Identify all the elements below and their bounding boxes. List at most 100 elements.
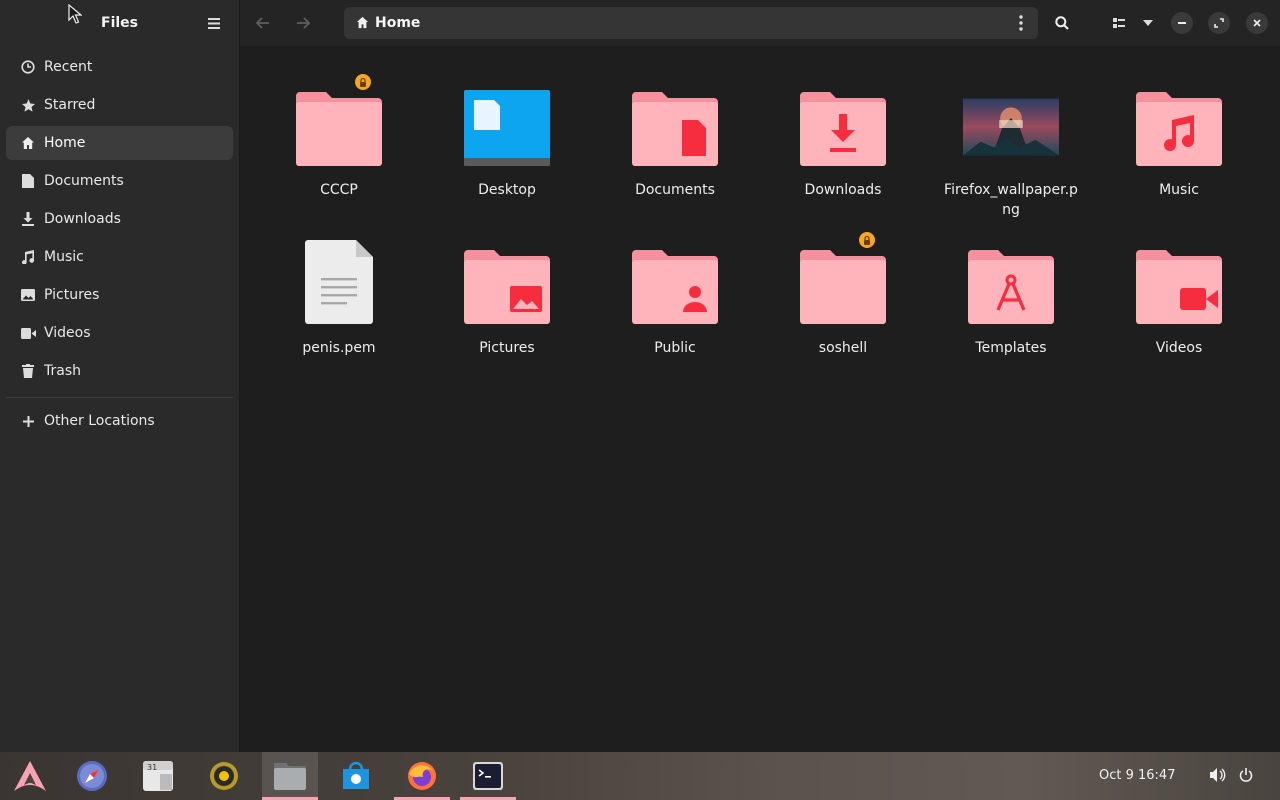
file-item[interactable]: soshell: [759, 232, 927, 390]
vertical-dots-menu-icon[interactable]: [1012, 14, 1030, 32]
picture-icon: [20, 287, 36, 303]
mouse-pointer-icon: [68, 3, 83, 28]
file-item[interactable]: Public: [591, 232, 759, 390]
sidebar-item-label: Starred: [44, 97, 96, 113]
file-item[interactable]: Downloads: [759, 74, 927, 232]
file-name: Public: [654, 340, 696, 356]
view-options-dropdown-icon[interactable]: [1135, 10, 1161, 36]
file-item[interactable]: CCCP: [255, 74, 423, 232]
minimize-button[interactable]: [1171, 12, 1193, 34]
power-icon[interactable]: [1237, 766, 1255, 784]
pictures-folder-icon: [459, 232, 555, 324]
desktop-folder-icon: [459, 74, 555, 166]
sidebar-separator: [6, 397, 233, 398]
file-name: Templates: [975, 340, 1047, 356]
clock-icon: [20, 59, 36, 75]
sidebar-item-label: Documents: [44, 173, 124, 189]
file-name: CCCP: [320, 182, 358, 198]
music-icon: [20, 249, 36, 265]
software-store-icon[interactable]: [328, 752, 384, 800]
sidebar: Files Recent Starred Home Documents Down…: [0, 0, 240, 752]
sidebar-item-other-locations[interactable]: Other Locations: [6, 404, 233, 438]
forward-arrow-icon[interactable]: [290, 10, 316, 36]
sidebar-item-label: Pictures: [44, 287, 100, 303]
sidebar-item-label: Recent: [44, 59, 93, 75]
path-bar[interactable]: Home: [344, 7, 1038, 39]
folder-icon: [291, 74, 387, 166]
maximize-button[interactable]: [1208, 12, 1230, 34]
sidebar-item-trash[interactable]: Trash: [6, 354, 233, 388]
file-name: penis.pem: [302, 340, 376, 356]
calendar-icon[interactable]: 31: [130, 752, 186, 800]
close-button[interactable]: [1246, 12, 1268, 34]
path-current-location[interactable]: Home: [375, 15, 420, 31]
file-item[interactable]: Firefox_wallpaper.png: [927, 74, 1095, 232]
icon-grid: CCCP Desktop Documents Downloads Firefox…: [255, 74, 1263, 390]
public-folder-icon: [627, 232, 723, 324]
header-bar: Home: [240, 0, 1280, 46]
text-file-icon: [291, 232, 387, 324]
file-name: Documents: [635, 182, 715, 198]
hamburger-menu-icon[interactable]: [205, 14, 223, 32]
sidebar-item-label: Trash: [44, 363, 81, 379]
file-item[interactable]: Desktop: [423, 74, 591, 232]
file-name: Firefox_wallpaper.png: [944, 182, 1078, 218]
download-icon: [20, 211, 36, 227]
files-icon[interactable]: [262, 752, 318, 800]
sidebar-item-recent[interactable]: Recent: [6, 50, 233, 84]
volume-icon[interactable]: [1209, 766, 1227, 784]
sidebar-item-videos[interactable]: Videos: [6, 316, 233, 350]
lock-emblem-icon: [355, 74, 371, 90]
folder-icon: [795, 232, 891, 324]
places-list: Recent Starred Home Documents Downloads …: [0, 46, 239, 388]
terminal-icon[interactable]: [460, 752, 516, 800]
home-icon: [20, 135, 36, 151]
arch-launcher-icon[interactable]: [2, 752, 58, 800]
compass-browser-icon[interactable]: [64, 752, 120, 800]
file-item[interactable]: Pictures: [423, 232, 591, 390]
image-thumbnail-icon: [963, 74, 1059, 166]
documents-folder-icon: [627, 74, 723, 166]
file-name: soshell: [818, 340, 868, 356]
home-icon: [356, 14, 369, 33]
trash-icon: [20, 363, 36, 379]
plus-icon: [20, 413, 36, 429]
file-name: Downloads: [804, 182, 882, 198]
file-item[interactable]: Documents: [591, 74, 759, 232]
sidebar-item-starred[interactable]: Starred: [6, 88, 233, 122]
lock-emblem-icon: [859, 232, 875, 248]
video-icon: [20, 325, 36, 341]
other-list: Other Locations: [0, 404, 239, 438]
search-icon[interactable]: [1049, 10, 1075, 36]
sidebar-item-label: Other Locations: [44, 413, 155, 429]
sidebar-item-home[interactable]: Home: [6, 126, 233, 160]
sidebar-item-label: Downloads: [44, 211, 121, 227]
back-arrow-icon[interactable]: [250, 10, 276, 36]
templates-folder-icon: [963, 232, 1059, 324]
star-icon: [20, 97, 36, 113]
file-item[interactable]: Templates: [927, 232, 1095, 390]
file-item[interactable]: Videos: [1095, 232, 1263, 390]
file-name: Videos: [1155, 340, 1203, 356]
sidebar-header: Files: [0, 0, 239, 46]
file-name: Music: [1159, 182, 1199, 198]
sidebar-item-label: Videos: [44, 325, 91, 341]
taskbar: 31: [0, 752, 1280, 800]
sidebar-item-label: Music: [44, 249, 84, 265]
rhythmbox-icon[interactable]: [196, 752, 252, 800]
downloads-folder-icon: [795, 74, 891, 166]
sidebar-item-pictures[interactable]: Pictures: [6, 278, 233, 312]
firefox-icon[interactable]: [394, 752, 450, 800]
sidebar-item-music[interactable]: Music: [6, 240, 233, 274]
file-item[interactable]: Music: [1095, 74, 1263, 232]
list-view-icon[interactable]: [1106, 10, 1132, 36]
videos-folder-icon: [1131, 232, 1227, 324]
sidebar-item-downloads[interactable]: Downloads: [6, 202, 233, 236]
sidebar-item-documents[interactable]: Documents: [6, 164, 233, 198]
sidebar-item-label: Home: [44, 135, 86, 151]
file-name: Desktop: [478, 182, 536, 198]
clock[interactable]: Oct 9 16:47: [1099, 768, 1175, 783]
app-title: Files: [101, 15, 138, 31]
file-item[interactable]: penis.pem: [255, 232, 423, 390]
document-icon: [20, 173, 36, 189]
